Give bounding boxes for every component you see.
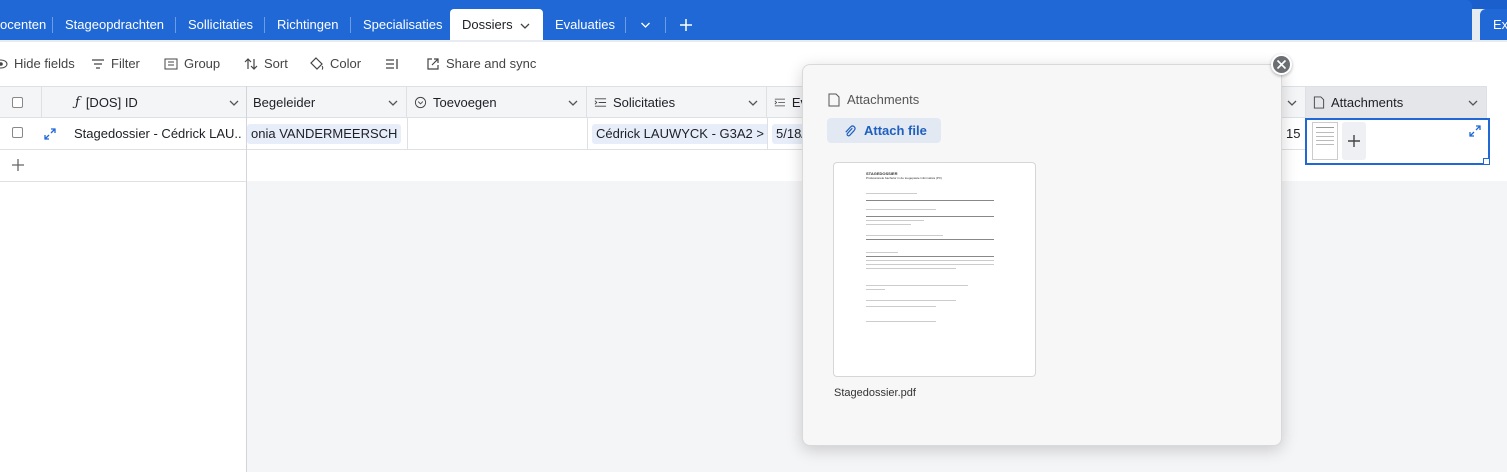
attachment-thumbnail[interactable]	[1312, 122, 1338, 160]
add-attachment-button[interactable]	[1342, 122, 1366, 160]
linked-record-icon	[594, 98, 607, 107]
tab-specialisaties[interactable]: Specialisaties	[363, 9, 443, 40]
tab-sollicitaties[interactable]: Sollicitaties	[188, 9, 253, 40]
column-header-begeleider-label: Begeleider	[253, 95, 316, 110]
sort-label: Sort	[264, 56, 288, 71]
formula-icon: ƒ	[75, 95, 80, 110]
filter-label: Filter	[111, 56, 140, 71]
tab-stageopdrachten[interactable]: Stageopdrachten	[65, 9, 164, 40]
paint-bucket-icon	[310, 57, 324, 70]
pdf-preview-thumbnail[interactable]: STAGEDOSSIER Professionele bachelor in d…	[833, 162, 1036, 377]
column-header-dos-id-label: [DOS] ID	[85, 95, 138, 110]
chevron-down-icon[interactable]	[1287, 98, 1297, 108]
popup-header: Attachments	[828, 92, 919, 107]
filter-icon	[92, 59, 104, 69]
chevron-down-icon[interactable]	[1468, 98, 1478, 108]
column-header-begeleider[interactable]: Begeleider	[247, 87, 407, 118]
column-header-ev[interactable]: Ev	[767, 87, 807, 118]
column-header-hidden[interactable]	[1282, 87, 1306, 118]
eye-icon	[0, 59, 8, 69]
select-all-checkbox[interactable]	[12, 97, 23, 108]
column-header-toevoegen[interactable]: Toevoegen	[407, 87, 587, 118]
expand-cell-icon[interactable]	[1469, 125, 1481, 137]
chevron-down-icon[interactable]	[520, 21, 530, 31]
extensions-label[interactable]: Ext	[1493, 9, 1507, 40]
share-icon	[427, 58, 439, 70]
sort-icon	[244, 58, 258, 70]
cell-toevoegen[interactable]	[407, 118, 587, 149]
column-header-dos-id[interactable]: ƒ [DOS] ID	[42, 87, 247, 118]
group-icon	[164, 58, 178, 70]
cell-solicitaties[interactable]: Cédrick LAUWYCK - G3A2 > G	[587, 118, 767, 149]
sort-button[interactable]: Sort	[244, 55, 288, 73]
tab-divider	[52, 17, 53, 33]
share-label: Share and sync	[446, 56, 537, 71]
attach-file-label: Attach file	[864, 123, 927, 138]
chevron-down-icon[interactable]	[229, 98, 239, 108]
tab-richtingen[interactable]: Richtingen	[277, 9, 338, 40]
close-icon	[1276, 59, 1287, 70]
attachment-filename[interactable]: Stagedossier.pdf	[834, 387, 916, 399]
column-header-attachments-label: Attachments	[1331, 95, 1404, 110]
pdf-preview-subtitle: Professionele bachelor in de toegepaste …	[866, 176, 942, 180]
chevron-down-icon[interactable]	[388, 98, 398, 108]
single-select-icon	[414, 96, 427, 109]
color-button[interactable]: Color	[310, 55, 361, 73]
frozen-column-divider[interactable]	[246, 86, 247, 472]
attach-file-button[interactable]: Attach file	[827, 118, 941, 143]
cell-attachments-selected[interactable]	[1305, 118, 1490, 165]
tab-divider	[625, 17, 626, 33]
table-tab-bar: ocenten Stageopdrachten Sollicitaties Ri…	[0, 0, 1507, 42]
filter-button[interactable]: Filter	[91, 55, 140, 73]
solicitatie-chip: Cédrick LAUWYCK - G3A2 > G	[592, 124, 767, 144]
column-header-attachments[interactable]: Attachments	[1306, 87, 1487, 118]
paperclip-icon	[845, 124, 856, 136]
tab-docenten[interactable]: ocenten	[0, 9, 46, 40]
begeleider-chip: onia VANDERMEERSCH	[247, 124, 402, 144]
plus-icon	[1348, 135, 1360, 147]
cell-dos-id[interactable]: Stagedossier - Cédrick LAU...	[74, 118, 242, 149]
plus-icon[interactable]	[11, 158, 25, 172]
document-icon	[828, 93, 840, 106]
group-button[interactable]: Group	[164, 55, 220, 73]
pdf-preview-lines	[866, 193, 994, 322]
tab-dossiers-label: Dossiers	[462, 17, 513, 32]
chevron-down-icon[interactable]	[748, 98, 758, 108]
tab-dossiers[interactable]: Dossiers	[450, 9, 543, 40]
tab-divider	[665, 17, 666, 33]
share-and-sync-button[interactable]: Share and sync	[426, 55, 536, 73]
row-height-icon	[386, 59, 398, 69]
column-header-solicitaties-label: Solicitaties	[613, 95, 676, 110]
column-header-toevoegen-label: Toevoegen	[433, 95, 497, 110]
linked-record-icon	[774, 98, 785, 107]
group-label: Group	[184, 56, 221, 71]
tab-divider	[350, 17, 351, 33]
add-table-icon[interactable]	[679, 18, 693, 32]
tab-divider	[175, 17, 176, 33]
hide-fields-button[interactable]: Hide fields	[0, 55, 75, 73]
tab-evaluaties[interactable]: Evaluaties	[555, 9, 615, 40]
cell-begeleider[interactable]: onia VANDERMEERSCH	[247, 118, 407, 149]
cell-ev[interactable]: 5/18/	[767, 118, 807, 149]
row-checkbox[interactable]	[12, 127, 23, 138]
color-label: Color	[330, 56, 362, 71]
fill-handle[interactable]	[1483, 158, 1490, 165]
document-icon	[1313, 96, 1325, 109]
chevron-down-icon[interactable]	[640, 20, 651, 30]
select-all-header	[0, 87, 42, 118]
row-height-button[interactable]	[385, 55, 399, 73]
expand-record-icon[interactable]	[44, 128, 56, 140]
close-popup-button[interactable]	[1271, 54, 1292, 75]
column-header-solicitaties[interactable]: Solicitaties	[587, 87, 767, 118]
tab-divider	[264, 17, 265, 33]
hide-fields-label: Hide fields	[14, 56, 75, 71]
chevron-down-icon[interactable]	[568, 98, 578, 108]
cell-hidden-number[interactable]: 15	[1286, 118, 1306, 149]
attachments-popup: Attachments Attach file STAGEDOSSIER Pro…	[802, 64, 1282, 446]
popup-title: Attachments	[847, 92, 920, 107]
